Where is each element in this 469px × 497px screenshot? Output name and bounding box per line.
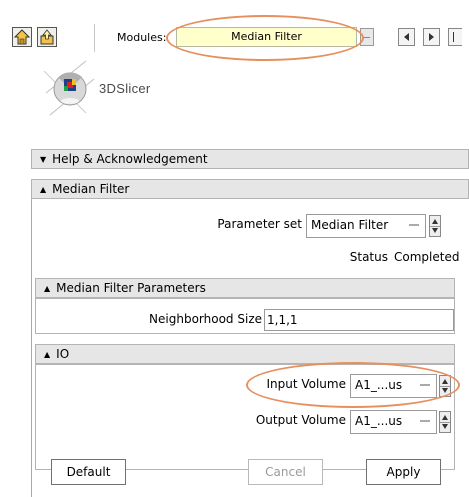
spin-down-icon xyxy=(442,424,448,429)
next-arrow-icon[interactable] xyxy=(423,28,440,46)
io-section-header[interactable]: ▲ IO xyxy=(35,344,455,364)
help-section-title: Help & Acknowledgement xyxy=(52,152,208,166)
highlight-ellipse-module xyxy=(166,15,364,61)
help-section-header[interactable]: ▼ Help & Acknowledgement xyxy=(31,149,469,169)
io-section-title: IO xyxy=(56,347,70,361)
params-section-header[interactable]: ▲ Median Filter Parameters xyxy=(35,278,455,298)
status-label: Status xyxy=(349,250,388,264)
module-section-title: Median Filter xyxy=(52,182,130,196)
parameter-set-combo[interactable]: Median Filter xyxy=(306,214,426,238)
section-left-edge xyxy=(31,199,32,497)
apply-button[interactable]: Apply xyxy=(366,459,441,485)
module-section-header[interactable]: ▲ Median Filter xyxy=(31,179,469,199)
highlight-ellipse-input xyxy=(246,362,460,408)
parameter-set-spinner[interactable] xyxy=(429,215,441,237)
parameter-set-value: Median Filter xyxy=(311,218,389,232)
slicer-logo-icon xyxy=(40,57,100,119)
dropdown-indicator-icon xyxy=(409,224,419,226)
history-button[interactable] xyxy=(448,28,462,46)
spin-up-icon xyxy=(432,219,438,224)
cancel-button[interactable]: Cancel xyxy=(248,459,323,485)
upload-icon[interactable] xyxy=(37,27,57,47)
expanded-arrow-icon: ▲ xyxy=(40,185,47,194)
parameter-set-label: Parameter set xyxy=(217,217,302,231)
collapsed-arrow-icon: ▼ xyxy=(40,155,47,164)
output-volume-combo[interactable]: A1_...us xyxy=(350,410,437,434)
output-volume-label: Output Volume xyxy=(255,413,346,427)
spin-up-icon xyxy=(442,415,448,420)
expanded-arrow-icon: ▲ xyxy=(44,284,51,293)
app-logo-text: 3DSlicer xyxy=(99,81,151,96)
output-volume-value: A1_...us xyxy=(355,414,403,428)
expanded-arrow-icon: ▲ xyxy=(44,350,51,359)
neighborhood-size-label: Neighborhood Size xyxy=(149,312,262,326)
default-button[interactable]: Default xyxy=(51,459,126,485)
prev-arrow-icon[interactable] xyxy=(398,28,415,46)
neighborhood-size-input[interactable]: 1,1,1 xyxy=(264,309,454,331)
home-icon[interactable] xyxy=(12,27,32,47)
spin-down-icon xyxy=(432,228,438,233)
output-volume-spinner[interactable] xyxy=(439,411,451,433)
status-value: Completed xyxy=(394,250,460,264)
toolbar-separator xyxy=(94,24,95,52)
params-section-title: Median Filter Parameters xyxy=(56,281,206,295)
modules-label: Modules: xyxy=(117,31,167,44)
dropdown-indicator-icon xyxy=(420,420,430,422)
